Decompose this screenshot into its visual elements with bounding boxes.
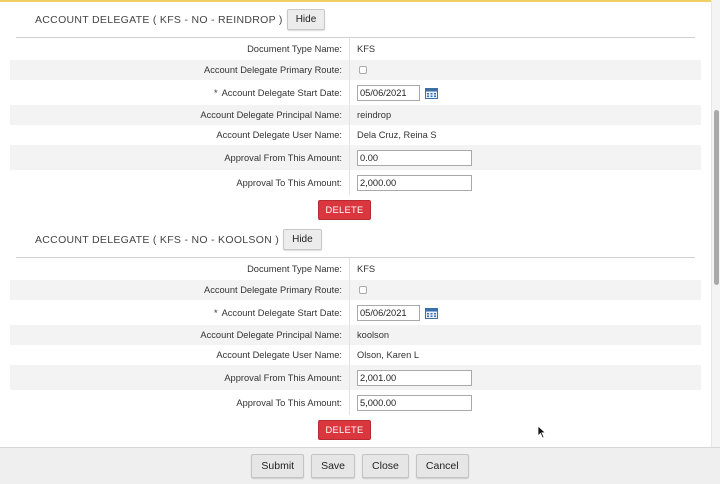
mouse-pointer-icon [537,425,547,439]
section-header: ACCOUNT DELEGATE ( KFS - NO - REINDROP )… [16,2,695,38]
start-date-row: * Account Delegate Start Date: [10,80,701,105]
from-amount-label: Approval From This Amount: [10,145,350,170]
account-delegate-section-koolson: ACCOUNT DELEGATE ( KFS - NO - KOOLSON ) … [0,222,711,440]
primary-route-checkbox[interactable] [359,286,367,294]
user-name-value: Olson, Karen L [357,350,420,360]
section-title: ACCOUNT DELEGATE ( KFS - NO - KOOLSON ) [35,233,280,246]
cancel-button[interactable]: Cancel [415,454,469,478]
calendar-icon[interactable] [425,307,438,319]
principal-name-row: Account Delegate Principal Name: koolson [10,325,701,345]
account-delegate-section-reindrop: ACCOUNT DELEGATE ( KFS - NO - REINDROP )… [0,2,711,220]
primary-route-checkbox[interactable] [359,66,367,74]
delete-button[interactable]: DELETE [318,420,371,440]
from-amount-row: Approval From This Amount: [10,365,701,390]
calendar-icon[interactable] [425,87,438,99]
start-date-label: Account Delegate Start Date: [221,87,342,98]
to-amount-input[interactable] [357,394,472,411]
user-name-row: Account Delegate User Name: Olson, Karen… [10,345,701,365]
principal-name-row: Account Delegate Principal Name: reindro… [10,105,701,125]
section-title: ACCOUNT DELEGATE ( KFS - NO - REINDROP ) [35,13,283,26]
hide-section-button[interactable]: Hide [286,9,326,30]
principal-name-label: Account Delegate Principal Name: [10,105,350,125]
document-type-value: KFS [357,44,376,54]
to-amount-label: Approval To This Amount: [10,170,350,195]
primary-route-label: Account Delegate Primary Route: [10,60,350,80]
hide-section-button[interactable]: Hide [283,229,322,250]
primary-route-label: Account Delegate Primary Route: [10,280,350,300]
start-date-input[interactable] [357,304,420,321]
action-footer: Submit Save Close Cancel [0,447,720,484]
primary-route-row: Account Delegate Primary Route: [10,60,701,80]
primary-route-row: Account Delegate Primary Route: [10,280,701,300]
from-amount-input[interactable] [357,149,472,166]
to-amount-input[interactable] [357,174,472,191]
delete-button[interactable]: DELETE [318,200,371,220]
from-amount-label: Approval From This Amount: [10,365,350,390]
save-button[interactable]: Save [311,454,356,478]
to-amount-row: Approval To This Amount: [10,170,701,195]
principal-name-value: reindrop [357,110,392,120]
document-scroll-area[interactable]: ACCOUNT DELEGATE ( KFS - NO - REINDROP )… [0,0,711,447]
user-name-row: Account Delegate User Name: Dela Cruz, R… [10,125,701,145]
user-name-label: Account Delegate User Name: [10,125,350,145]
start-date-input[interactable] [357,84,420,101]
section-header: ACCOUNT DELEGATE ( KFS - NO - KOOLSON ) … [16,222,695,258]
to-amount-row: Approval To This Amount: [10,390,701,415]
document-type-label: Document Type Name: [10,38,350,60]
submit-button[interactable]: Submit [251,454,305,478]
scrollbar-thumb[interactable] [714,110,719,285]
document-type-value: KFS [357,264,376,274]
document-type-row: Document Type Name: KFS [10,38,701,60]
principal-name-value: koolson [357,330,390,340]
document-type-row: Document Type Name: KFS [10,258,701,280]
close-button[interactable]: Close [362,454,409,478]
start-date-row: * Account Delegate Start Date: [10,300,701,325]
required-mark: * [213,87,218,98]
required-mark: * [213,307,218,318]
document-type-label: Document Type Name: [10,258,350,280]
principal-name-label: Account Delegate Principal Name: [10,325,350,345]
start-date-label: Account Delegate Start Date: [221,307,342,318]
from-amount-row: Approval From This Amount: [10,145,701,170]
field-rows: Document Type Name: KFS Account Delegate… [10,258,701,415]
user-name-value: Dela Cruz, Reina S [357,130,437,140]
user-name-label: Account Delegate User Name: [10,345,350,365]
to-amount-label: Approval To This Amount: [10,390,350,415]
field-rows: Document Type Name: KFS Account Delegate… [10,38,701,195]
vertical-scrollbar[interactable] [711,0,720,447]
from-amount-input[interactable] [357,369,472,386]
